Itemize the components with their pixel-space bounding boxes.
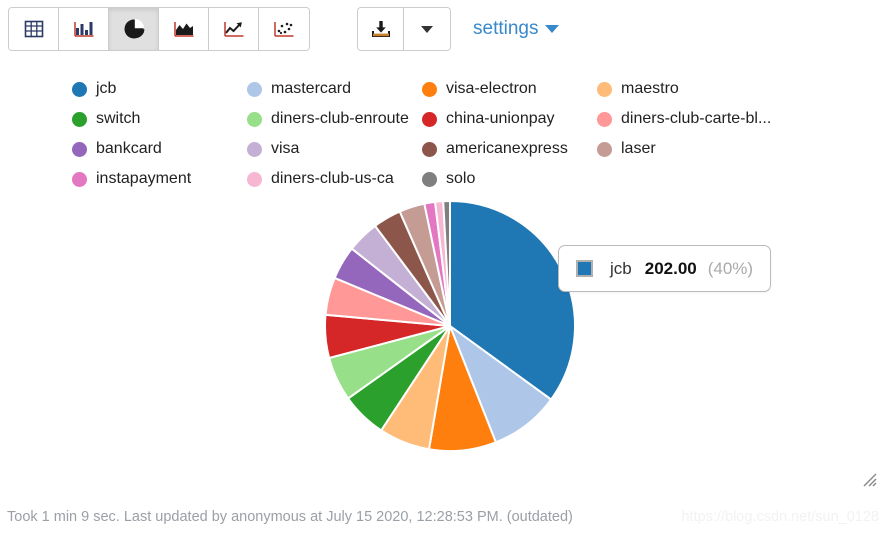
legend-color-swatch <box>247 111 262 127</box>
caret-down-icon <box>421 25 433 33</box>
viz-button-area-chart[interactable] <box>159 8 209 50</box>
table-icon <box>24 19 44 39</box>
download-icon <box>370 19 392 39</box>
legend-color-swatch <box>247 141 262 157</box>
legend-label: laser <box>621 140 656 157</box>
settings-label: settings <box>473 18 539 39</box>
toolbar: settings <box>8 7 560 51</box>
legend-label: china-unionpay <box>446 110 555 127</box>
visualization-type-group <box>8 7 310 51</box>
legend-item[interactable]: visa-electron <box>422 74 597 104</box>
legend-label: diners-club-carte-bl... <box>621 110 772 127</box>
tooltip-percent: (40%) <box>707 258 754 278</box>
chart-tooltip: jcb 202.00 (40%) <box>558 245 772 292</box>
legend-label: mastercard <box>271 80 352 97</box>
legend-item[interactable]: americanexpress <box>422 134 597 164</box>
chart-area <box>0 196 895 466</box>
download-button[interactable] <box>358 8 404 50</box>
legend-item[interactable]: mastercard <box>247 74 422 104</box>
download-options-button[interactable] <box>404 8 450 50</box>
legend-item[interactable]: bankcard <box>72 134 247 164</box>
legend-color-swatch <box>72 111 87 127</box>
viz-button-pie-chart[interactable] <box>109 8 159 50</box>
area-chart-icon <box>173 19 195 39</box>
legend-label: americanexpress <box>446 140 568 157</box>
legend-label: visa-electron <box>446 80 537 97</box>
legend-color-swatch <box>597 111 612 127</box>
legend-item[interactable]: switch <box>72 104 247 134</box>
legend-color-swatch <box>597 141 612 157</box>
legend-color-swatch <box>422 81 437 97</box>
legend-color-swatch <box>597 81 612 97</box>
tooltip-value: 202.00 <box>644 258 697 278</box>
legend-color-swatch <box>72 141 87 157</box>
legend-color-swatch <box>422 111 437 127</box>
legend-color-swatch <box>247 81 262 97</box>
legend-item[interactable]: instapayment <box>72 164 247 194</box>
legend-label: instapayment <box>96 170 192 187</box>
legend-label: maestro <box>621 80 679 97</box>
pie-chart[interactable] <box>320 196 580 456</box>
download-group <box>357 7 451 51</box>
legend-color-swatch <box>72 171 87 187</box>
legend-label: bankcard <box>96 140 162 157</box>
pie-chart-icon <box>123 18 145 40</box>
legend-color-swatch <box>422 171 437 187</box>
legend-color-swatch <box>247 171 262 187</box>
legend-item[interactable]: diners-club-carte-bl... <box>597 104 772 134</box>
legend-label: visa <box>271 140 300 157</box>
chevron-down-icon <box>545 25 560 33</box>
legend-item[interactable]: china-unionpay <box>422 104 597 134</box>
legend-label: diners-club-enroute <box>271 110 409 127</box>
scatter-plot-icon <box>273 19 295 39</box>
legend-item[interactable]: diners-club-enroute <box>247 104 422 134</box>
legend-item[interactable]: diners-club-us-ca <box>247 164 422 194</box>
legend-item[interactable]: maestro <box>597 74 772 104</box>
legend-color-swatch <box>72 81 87 97</box>
tooltip-series-name: jcb <box>610 258 632 278</box>
legend-label: jcb <box>96 80 117 97</box>
legend-item[interactable]: laser <box>597 134 772 164</box>
resize-handle[interactable] <box>863 473 877 487</box>
viz-button-scatter-plot[interactable] <box>259 8 309 50</box>
legend-item[interactable]: solo <box>422 164 597 194</box>
watermark-text: https://blog.csdn.net/sun_0128 <box>681 509 879 525</box>
legend-item[interactable]: visa <box>247 134 422 164</box>
settings-dropdown[interactable]: settings <box>473 18 560 40</box>
viz-button-table[interactable] <box>9 8 59 50</box>
chart-legend: jcb mastercard visa-electron maestro switch d… <box>72 74 862 194</box>
legend-color-swatch <box>422 141 437 157</box>
viz-button-line-chart[interactable] <box>209 8 259 50</box>
bar-chart-icon <box>73 19 95 39</box>
legend-label: diners-club-us-ca <box>271 170 394 187</box>
legend-label: solo <box>446 170 476 187</box>
line-chart-icon <box>223 19 245 39</box>
status-text: Took 1 min 9 sec. Last updated by anonym… <box>7 509 573 525</box>
viz-button-bar-chart[interactable] <box>59 8 109 50</box>
legend-item[interactable]: jcb <box>72 74 247 104</box>
legend-label: switch <box>96 110 141 127</box>
tooltip-color-swatch <box>576 260 593 277</box>
